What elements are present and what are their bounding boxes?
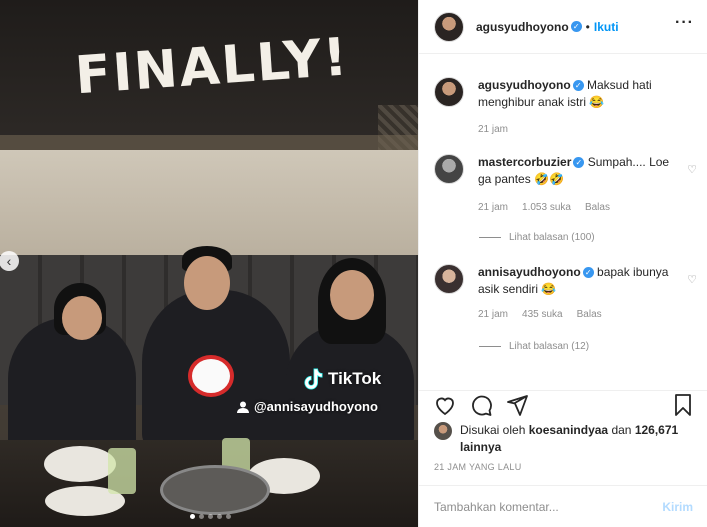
add-comment-bar: Kirim [419,485,707,527]
verified-icon: ✓ [582,267,594,279]
post-timestamp[interactable]: 21 JAM YANG LALU [434,462,522,472]
comment-input[interactable] [434,499,663,514]
face-right [330,270,374,320]
avatar[interactable] [434,11,464,42]
person-left [8,318,136,453]
view-replies-button[interactable]: Lihat balasan (12) [479,341,589,352]
likes-count[interactable]: 126,671 [635,423,678,437]
liker-username[interactable]: koesanindyaa [529,423,608,437]
wall [0,150,418,260]
drink-glass [108,448,136,494]
view-replies-button[interactable]: Lihat balasan (100) [479,232,595,243]
heart-icon[interactable] [433,393,457,417]
separator: • [585,19,590,34]
tiktok-watermark: TikTok [302,366,381,392]
reply-button[interactable]: Balas [577,309,602,320]
comment-time[interactable]: 21 jam [478,309,508,320]
comment-meta: 21 jam [478,124,508,135]
header-username[interactable]: agusyudhoyono [476,20,569,34]
comment-like-heart-icon[interactable]: ♡ [687,163,697,176]
comment-username[interactable]: annisayudhoyono [478,265,581,279]
plate [44,446,116,482]
comment-meta: 21 jam 435 suka Balas [478,309,602,320]
post-header: agusyudhoyono ✓ • Ikuti ··· [419,0,707,54]
likes-text: Disukai oleh koesanindyaa dan 126,671 la… [460,422,690,456]
comment-time[interactable]: 21 jam [478,202,508,213]
comment-body: agusyudhoyono ✓ Maksud hati menghibur ana… [478,77,683,111]
tiktok-user: @annisayudhoyono [236,399,378,414]
follow-button[interactable]: Ikuti [594,20,619,34]
likes-summary: Disukai oleh koesanindyaa dan 126,671 la… [434,422,690,456]
tiktok-username: @annisayudhoyono [254,399,378,414]
verified-icon: ✓ [570,21,582,32]
more-icon[interactable]: ··· [675,14,694,32]
avatar[interactable] [434,154,464,184]
view-replies-label: Lihat balasan (100) [509,232,595,243]
liker-avatar[interactable] [434,422,452,440]
view-replies-label: Lihat balasan (12) [509,341,590,352]
avatar[interactable] [434,77,464,107]
face-left [62,296,102,340]
shirt-logo [188,355,234,397]
chevron-left-icon: ‹ [6,253,12,269]
comment-username[interactable]: agusyudhoyono [478,78,571,92]
carousel-dot [199,514,204,519]
comment-icon[interactable] [469,393,493,417]
comment-like-heart-icon[interactable]: ♡ [687,273,697,286]
face-middle [184,256,230,310]
verified-icon: ✓ [572,80,584,92]
reply-button[interactable]: Balas [585,202,610,213]
tiktok-icon [304,368,323,390]
divider [479,346,501,347]
post-media[interactable]: FINALLY! TikTok @annisayudhoyono ‹ [0,0,418,527]
carousel-dot [190,514,195,519]
likes-connector: dan [611,423,632,437]
previous-button[interactable]: ‹ [0,251,19,271]
divider [479,237,501,238]
carousel-indicator [190,514,231,519]
carousel-dot [217,514,222,519]
carousel-dot [226,514,231,519]
caption: agusyudhoyono ✓ Maksud hati menghibur ana… [434,77,699,137]
comment-username[interactable]: mastercorbuzier [478,155,571,169]
carousel-dot [208,514,213,519]
avatar[interactable] [434,264,464,294]
user-icon [237,401,249,413]
action-bar [419,390,707,416]
bookmark-icon[interactable] [671,393,695,417]
tiktok-label: TikTok [328,369,382,388]
comment-time[interactable]: 21 jam [478,124,508,135]
comment-likes[interactable]: 435 suka [522,309,563,320]
post-button[interactable]: Kirim [662,500,693,514]
comments-list[interactable]: agusyudhoyono ✓ Maksud hati menghibur ana… [419,54,707,390]
post-sidebar: agusyudhoyono ✓ • Ikuti ··· agusyudhoyon… [418,0,707,527]
comment-body: mastercorbuzier ✓ Sumpah.... Loe ga pante… [478,154,683,188]
share-icon[interactable] [505,393,529,417]
verified-icon: ✓ [573,157,585,169]
comment-meta: 21 jam 1.053 suka Balas [478,202,610,213]
grill-pot [160,465,270,515]
likes-suffix[interactable]: lainnya [460,440,501,454]
comment-likes[interactable]: 1.053 suka [522,202,571,213]
comment-body: annisayudhoyono ✓ bapak ibunya asik sendi… [478,264,683,298]
likes-prefix: Disukai oleh [460,423,526,437]
